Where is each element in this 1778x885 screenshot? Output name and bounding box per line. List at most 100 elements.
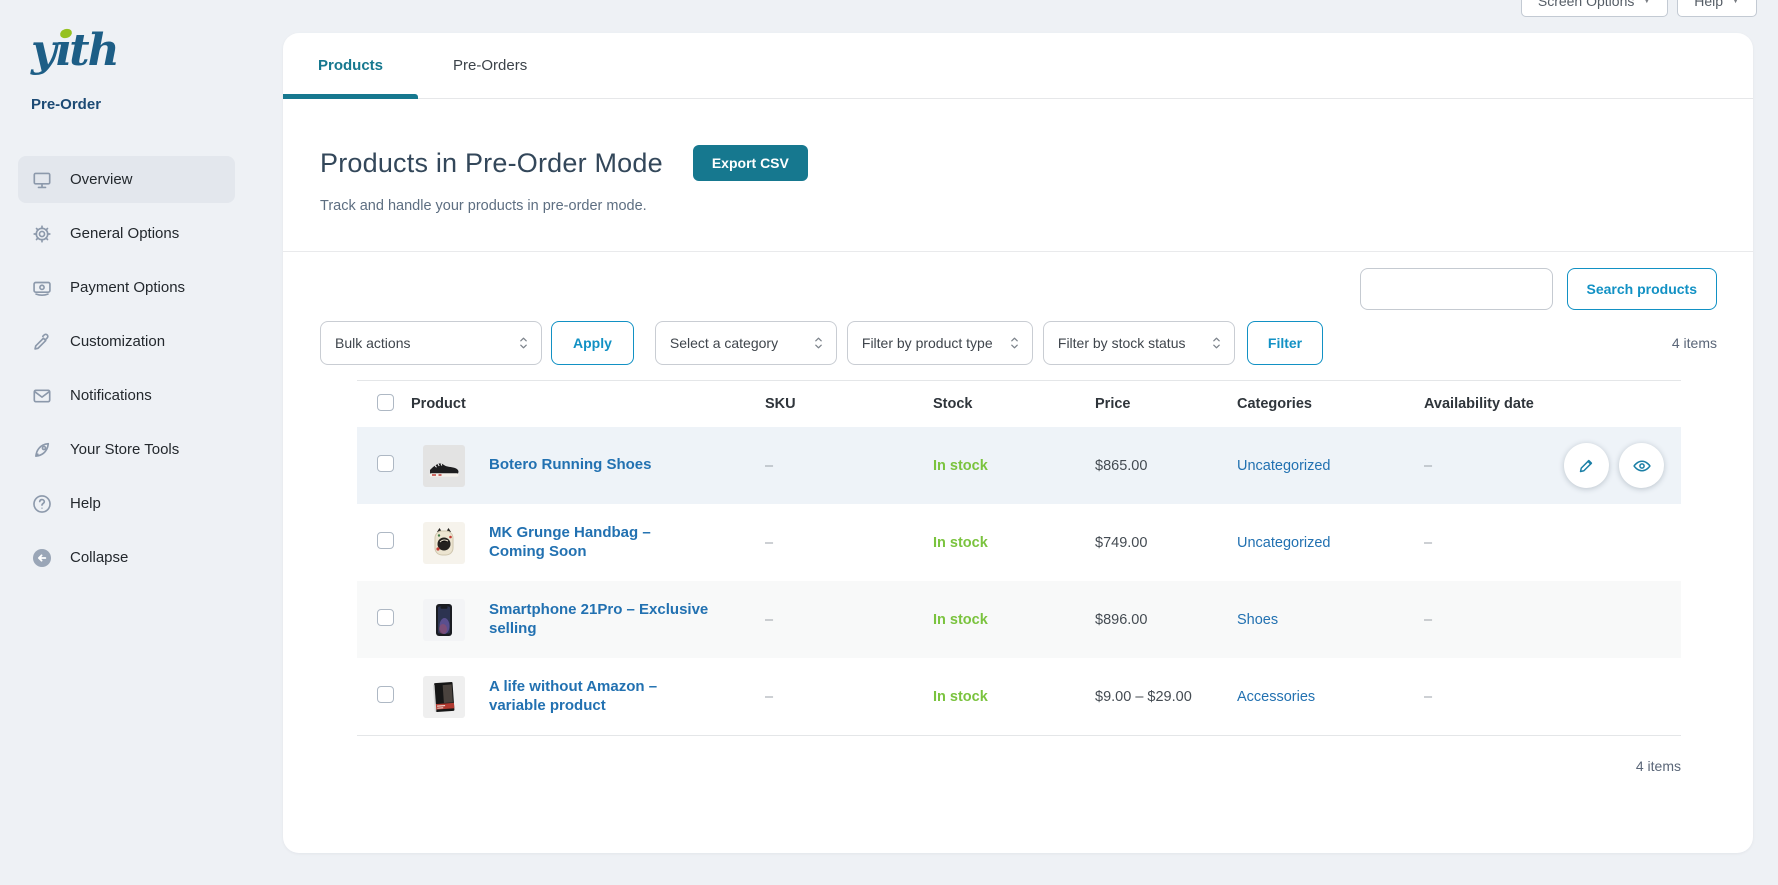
row-checkbox[interactable] bbox=[377, 609, 394, 626]
table-row: Smartphone 21Pro – Exclusive selling – I… bbox=[357, 581, 1681, 658]
chevron-down-icon: ▼ bbox=[1642, 0, 1651, 5]
stock-status: In stock bbox=[933, 458, 1095, 474]
sidebar-menu: Overview General Options Payment Options… bbox=[0, 156, 283, 581]
apply-button[interactable]: Apply bbox=[551, 321, 634, 365]
sku-value: – bbox=[765, 689, 933, 705]
sidebar-item-collapse[interactable]: Collapse bbox=[18, 534, 235, 581]
stock-status-filter-select[interactable]: Filter by stock status bbox=[1043, 321, 1235, 365]
sidebar-item-label: General Options bbox=[70, 225, 179, 242]
items-count-footer: 4 items bbox=[320, 736, 1717, 774]
sidebar-item-help[interactable]: Help bbox=[18, 480, 235, 527]
stock-status: In stock bbox=[933, 535, 1095, 551]
select-chevrons-icon bbox=[518, 334, 529, 352]
product-type-filter-value: Filter by product type bbox=[862, 335, 993, 351]
product-link[interactable]: MK Grunge Handbag – Coming Soon bbox=[489, 524, 765, 562]
sidebar-item-general-options[interactable]: General Options bbox=[18, 210, 235, 257]
sidebar-item-overview[interactable]: Overview bbox=[18, 156, 235, 203]
sidebar-item-label: Collapse bbox=[70, 549, 128, 566]
envelope-icon bbox=[31, 385, 53, 407]
tab-products[interactable]: Products bbox=[283, 33, 418, 98]
product-link[interactable]: Smartphone 21Pro – Exclusive selling bbox=[489, 601, 765, 639]
payment-icon bbox=[31, 277, 53, 299]
price-value: $896.00 bbox=[1095, 612, 1237, 628]
column-header-availability-date: Availability date bbox=[1424, 396, 1564, 412]
product-link[interactable]: A life without Amazon – variable product bbox=[489, 678, 765, 716]
sidebar-item-label: Notifications bbox=[70, 387, 152, 404]
category-filter-value: Select a category bbox=[670, 335, 778, 351]
table-header-row: Product SKU Stock Price Categories Avail… bbox=[357, 381, 1681, 427]
table-row: MK Grunge Handbag – Coming Soon – In sto… bbox=[357, 504, 1681, 581]
items-count: 4 items bbox=[1672, 335, 1717, 351]
column-header-categories: Categories bbox=[1237, 396, 1424, 412]
availability-date-value: – bbox=[1424, 458, 1564, 474]
column-header-product: Product bbox=[411, 396, 765, 412]
row-actions bbox=[1564, 443, 1664, 488]
eyedropper-icon bbox=[31, 331, 53, 353]
bulk-actions-select[interactable]: Bulk actions bbox=[320, 321, 542, 365]
yith-logo-text: yıth bbox=[31, 22, 121, 80]
column-header-stock: Stock bbox=[933, 396, 1095, 412]
select-chevrons-icon bbox=[1211, 334, 1222, 352]
table-row: A life without Amazon – variable product… bbox=[357, 658, 1681, 735]
edit-button[interactable] bbox=[1564, 443, 1609, 488]
screen-options-label: Screen Options bbox=[1538, 0, 1635, 9]
tab-bar: Products Pre-Orders bbox=[283, 33, 1753, 99]
availability-date-value: – bbox=[1424, 689, 1564, 705]
sku-value: – bbox=[765, 535, 933, 551]
sidebar-item-payment-options[interactable]: Payment Options bbox=[18, 264, 235, 311]
search-products-button[interactable]: Search products bbox=[1567, 268, 1717, 310]
filter-button[interactable]: Filter bbox=[1247, 321, 1323, 365]
sidebar-item-label: Payment Options bbox=[70, 279, 185, 296]
row-checkbox[interactable] bbox=[377, 686, 394, 703]
main-panel: Products Pre-Orders Products in Pre-Orde… bbox=[283, 33, 1753, 853]
help-dropdown-label: Help bbox=[1694, 0, 1723, 9]
sneaker-thumbnail bbox=[423, 445, 465, 487]
row-checkbox[interactable] bbox=[377, 455, 394, 472]
select-chevrons-icon bbox=[813, 334, 824, 352]
sidebar-item-label: Your Store Tools bbox=[70, 441, 179, 458]
view-button[interactable] bbox=[1619, 443, 1664, 488]
sidebar: yıth Pre-Order Overview General Options … bbox=[0, 0, 283, 885]
column-header-sku: SKU bbox=[765, 396, 933, 412]
sidebar-item-label: Customization bbox=[70, 333, 165, 350]
availability-date-value: – bbox=[1424, 612, 1564, 628]
category-link[interactable]: Uncategorized bbox=[1237, 458, 1331, 474]
search-input[interactable] bbox=[1360, 268, 1553, 310]
question-icon bbox=[31, 493, 53, 515]
smartphone-thumbnail bbox=[423, 599, 465, 641]
plugin-name: Pre-Order bbox=[31, 96, 283, 113]
select-all-checkbox[interactable] bbox=[377, 394, 394, 411]
stock-status: In stock bbox=[933, 689, 1095, 705]
tab-pre-orders[interactable]: Pre-Orders bbox=[418, 33, 562, 98]
select-chevrons-icon bbox=[1009, 334, 1020, 352]
wp-admin-toolbar: Screen Options ▼ Help ▼ bbox=[1521, 0, 1757, 17]
price-value: $865.00 bbox=[1095, 458, 1237, 474]
sidebar-item-customization[interactable]: Customization bbox=[18, 318, 235, 365]
book-thumbnail bbox=[423, 676, 465, 718]
price-value: $749.00 bbox=[1095, 535, 1237, 551]
category-link[interactable]: Shoes bbox=[1237, 612, 1278, 628]
help-dropdown-button[interactable]: Help ▼ bbox=[1677, 0, 1757, 17]
sku-value: – bbox=[765, 612, 933, 628]
export-csv-button[interactable]: Export CSV bbox=[693, 145, 808, 181]
row-checkbox[interactable] bbox=[377, 532, 394, 549]
sidebar-item-label: Help bbox=[70, 495, 101, 512]
page-header: Products in Pre-Order Mode Export CSV Tr… bbox=[283, 99, 1753, 251]
screen-options-button[interactable]: Screen Options ▼ bbox=[1521, 0, 1668, 17]
category-link[interactable]: Accessories bbox=[1237, 689, 1315, 705]
product-link[interactable]: Botero Running Shoes bbox=[489, 456, 708, 475]
column-header-price: Price bbox=[1095, 396, 1237, 412]
stock-status: In stock bbox=[933, 612, 1095, 628]
rocket-icon bbox=[31, 439, 53, 461]
sidebar-item-notifications[interactable]: Notifications bbox=[18, 372, 235, 419]
page-title: Products in Pre-Order Mode bbox=[320, 148, 663, 179]
tab-label: Pre-Orders bbox=[453, 57, 527, 74]
category-filter-select[interactable]: Select a category bbox=[655, 321, 837, 365]
monitor-icon bbox=[31, 169, 53, 191]
sidebar-item-your-store-tools[interactable]: Your Store Tools bbox=[18, 426, 235, 473]
product-type-filter-select[interactable]: Filter by product type bbox=[847, 321, 1033, 365]
page-subtitle: Track and handle your products in pre-or… bbox=[320, 198, 1713, 214]
stock-status-filter-value: Filter by stock status bbox=[1058, 335, 1186, 351]
category-link[interactable]: Uncategorized bbox=[1237, 535, 1331, 551]
bulk-actions-value: Bulk actions bbox=[335, 335, 410, 351]
